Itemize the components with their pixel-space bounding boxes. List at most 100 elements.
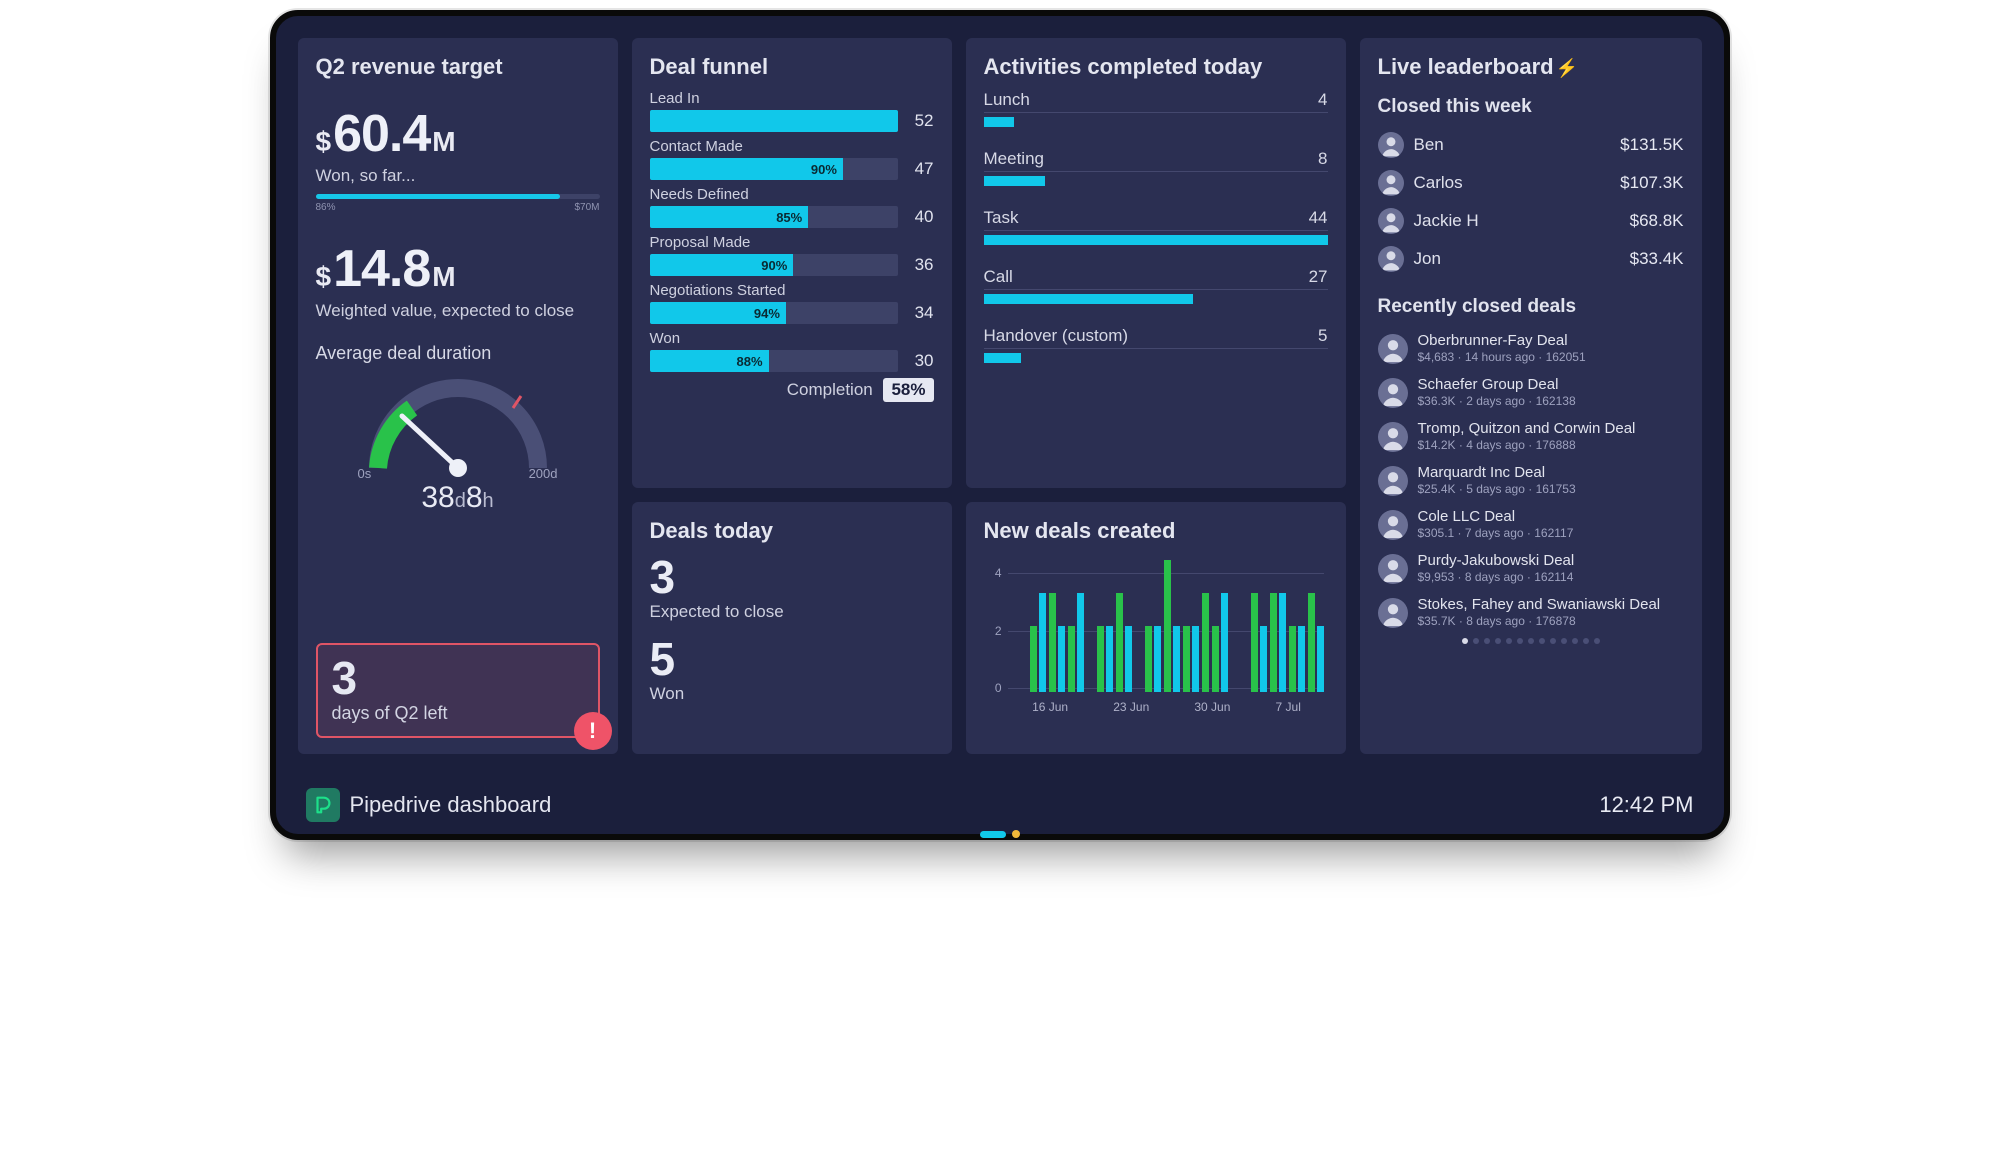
deal-title: Marquardt Inc Deal	[1418, 464, 1576, 481]
new-deals-chart: 4 2 0 16 Jun 23 Jun 30 Jun 7 Jul	[984, 554, 1328, 714]
weighted-amount: $ 14.8 M	[316, 239, 600, 299]
progress-target: $70M	[574, 202, 599, 213]
card-deals-today: Deals today 3 Expected to close 5 Won	[632, 502, 952, 754]
activities-rows: Lunch4 Meeting8 Task44 Call27 Handover (…	[984, 90, 1328, 363]
deal-row[interactable]: Marquardt Inc Deal$25.4K · 5 days ago · …	[1378, 458, 1684, 502]
gauge: 0s 200d 38d8h	[316, 368, 600, 515]
deal-row[interactable]: Schaefer Group Deal$36.3K · 2 days ago ·…	[1378, 370, 1684, 414]
person-name: Carlos	[1414, 173, 1611, 193]
leaderboard-deals: Oberbrunner-Fay Deal$4,683 · 14 hours ag…	[1378, 326, 1684, 634]
bar-group	[1030, 560, 1046, 692]
activity-count: 4	[1318, 90, 1327, 110]
clock: 12:42 PM	[1599, 792, 1693, 818]
bolt-icon: ⚡	[1556, 58, 1578, 78]
bar-group	[1164, 560, 1180, 692]
alert-icon: !	[574, 712, 612, 750]
xlabel: 23 Jun	[1113, 700, 1149, 714]
closed-this-week-title: Closed this week	[1378, 96, 1684, 118]
deal-title: Schaefer Group Deal	[1418, 376, 1576, 393]
bar-group	[1135, 560, 1142, 692]
bar-group	[1087, 560, 1094, 692]
person-amount: $68.8K	[1630, 211, 1684, 231]
avatar	[1378, 334, 1408, 364]
activities-title: Activities completed today	[984, 54, 1328, 80]
bar-group	[1251, 560, 1267, 692]
gauge-reading: 38d8h	[421, 481, 493, 515]
won-value: 60.4	[333, 104, 430, 164]
completion-badge: 58%	[883, 378, 933, 402]
funnel-stage-label: Won	[650, 330, 934, 347]
bar-group	[1308, 560, 1324, 692]
bar-group	[1116, 560, 1132, 692]
brand: Pipedrive dashboard	[306, 788, 552, 822]
person-name: Jackie H	[1414, 211, 1620, 231]
activity-row: Lunch4	[984, 90, 1328, 127]
pagination-dots[interactable]	[1378, 638, 1684, 644]
deal-row[interactable]: Stokes, Fahey and Swaniawski Deal$35.7K …	[1378, 590, 1684, 634]
activity-count: 5	[1318, 326, 1327, 346]
funnel-title: Deal funnel	[650, 54, 934, 80]
card-activities: Activities completed today Lunch4 Meetin…	[966, 38, 1346, 488]
deal-row[interactable]: Tromp, Quitzon and Corwin Deal$14.2K · 4…	[1378, 414, 1684, 458]
funnel-stage-count: 40	[908, 207, 934, 227]
activity-label: Call	[984, 267, 1013, 287]
funnel-stage: Negotiations Started 94% 34	[650, 282, 934, 324]
won-suffix: M	[432, 126, 455, 158]
card-revenue-target: Q2 revenue target $ 60.4 M Won, so far..…	[298, 38, 618, 754]
funnel-stage-label: Negotiations Started	[650, 282, 934, 299]
deals-won: 5	[650, 636, 934, 682]
deals-today-title: Deals today	[650, 518, 934, 544]
avatar	[1378, 132, 1404, 158]
leaderboard-row[interactable]: Carlos $107.3K	[1378, 164, 1684, 202]
activity-row: Meeting8	[984, 149, 1328, 186]
funnel-stage-label: Contact Made	[650, 138, 934, 155]
deals-expected-label: Expected to close	[650, 602, 934, 622]
xlabel: 7 Jul	[1276, 700, 1301, 714]
activity-label: Meeting	[984, 149, 1044, 169]
bar-group	[1241, 560, 1248, 692]
funnel-stage: Won 88% 30	[650, 330, 934, 372]
leaderboard-row[interactable]: Jon$33.4K	[1378, 240, 1684, 278]
won-amount: $ 60.4 M	[316, 104, 600, 164]
deal-row[interactable]: Cole LLC Deal$305.1 · 7 days ago · 16211…	[1378, 502, 1684, 546]
bar-group	[1231, 560, 1238, 692]
currency-symbol: $	[316, 126, 332, 158]
won-caption: Won, so far...	[316, 166, 600, 186]
deal-subtitle: $4,683 · 14 hours ago · 162051	[1418, 350, 1586, 364]
funnel-stage: Lead In 52	[650, 90, 934, 132]
bar-group	[1212, 560, 1228, 692]
deal-row[interactable]: Purdy-Jakubowski Deal$9,953 · 8 days ago…	[1378, 546, 1684, 590]
bar-group	[1145, 560, 1161, 692]
person-amount: $131.5K	[1620, 135, 1683, 155]
weighted-value: 14.8	[333, 239, 430, 299]
bar-group	[1097, 560, 1113, 692]
footer: Pipedrive dashboard 12:42 PM	[298, 778, 1702, 824]
funnel-rows: Lead In 52 Contact Made 90% 47 Needs Def…	[650, 90, 934, 372]
avatar	[1378, 598, 1408, 628]
avatar	[1378, 554, 1408, 584]
deal-subtitle: $25.4K · 5 days ago · 161753	[1418, 482, 1576, 496]
deal-row[interactable]: Oberbrunner-Fay Deal$4,683 · 14 hours ag…	[1378, 326, 1684, 370]
gauge-title: Average deal duration	[316, 343, 600, 364]
bar-group	[1049, 560, 1065, 692]
deal-title: Stokes, Fahey and Swaniawski Deal	[1418, 596, 1661, 613]
revenue-title: Q2 revenue target	[316, 54, 600, 80]
dashboard-monitor: Q2 revenue target $ 60.4 M Won, so far..…	[270, 10, 1730, 840]
recently-closed-title: Recently closed deals	[1378, 296, 1684, 318]
leaderboard-row[interactable]: Ben$131.5K	[1378, 126, 1684, 164]
alert-text: days of Q2 left	[332, 703, 584, 724]
deal-title: Purdy-Jakubowski Deal	[1418, 552, 1575, 569]
progress-to-target: 86% $70M	[316, 194, 600, 213]
leaderboard-row[interactable]: Jackie H $68.8K	[1378, 202, 1684, 240]
person-amount: $33.4K	[1630, 249, 1684, 269]
funnel-stage-count: 52	[908, 111, 934, 131]
avatar	[1378, 466, 1408, 496]
bar-group	[1327, 560, 1334, 692]
funnel-completion: Completion 58%	[650, 378, 934, 402]
weighted-caption: Weighted value, expected to close	[316, 301, 600, 321]
progress-pct: 86%	[316, 202, 336, 213]
person-amount: $107.3K	[1620, 173, 1683, 193]
deal-title: Tromp, Quitzon and Corwin Deal	[1418, 420, 1636, 437]
activity-count: 44	[1309, 208, 1328, 228]
avatar	[1378, 170, 1404, 196]
